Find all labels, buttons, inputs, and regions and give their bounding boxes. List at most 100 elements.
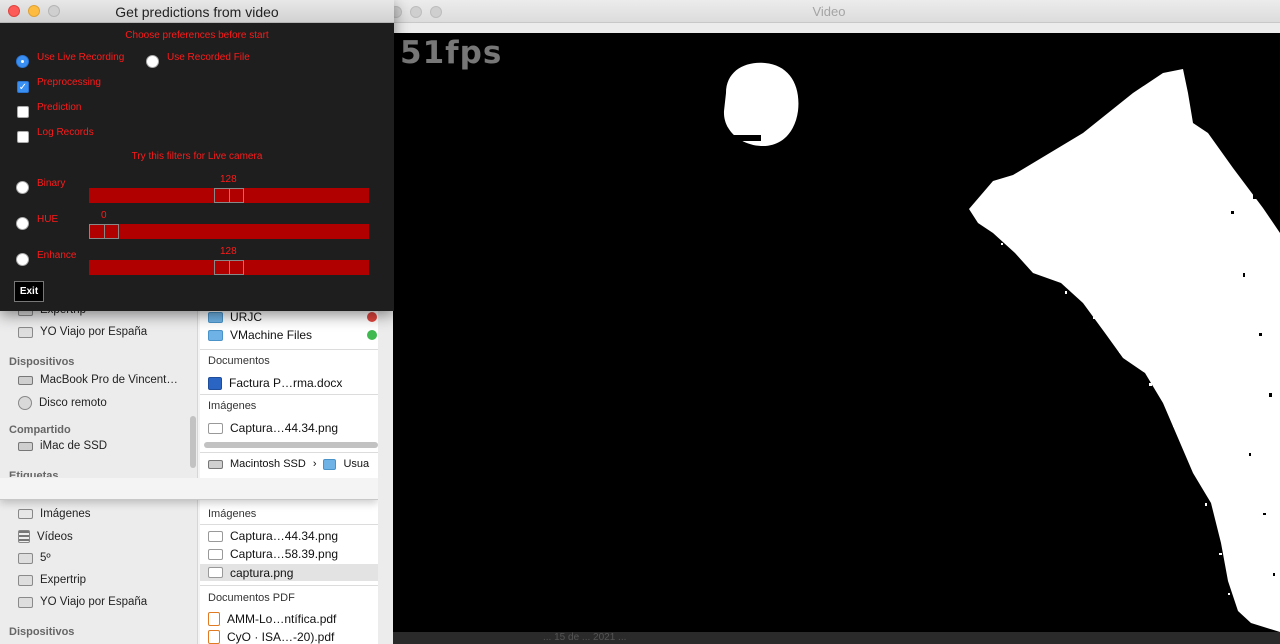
file-item[interactable]: Captura…58.39.png bbox=[208, 547, 338, 561]
sidebar-item-expertrip[interactable]: Expertrip bbox=[18, 574, 86, 586]
sidebar-item-5[interactable]: 5º bbox=[18, 552, 51, 564]
binary-slider-value: 128 bbox=[220, 174, 237, 185]
folder-icon bbox=[18, 326, 33, 338]
binary-video-image bbox=[723, 62, 1280, 632]
pdf-icon bbox=[208, 612, 220, 626]
word-doc-icon bbox=[208, 376, 222, 390]
sidebar-item-yo-viajo[interactable]: YO Viajo por España bbox=[18, 596, 147, 608]
image-icon bbox=[208, 548, 223, 560]
finder-window-bottom: Imágenes Vídeos 5º Expertrip YO Viajo po… bbox=[0, 500, 378, 644]
film-icon bbox=[18, 530, 30, 543]
image-icon bbox=[208, 567, 223, 578]
window-title: Get predictions from video bbox=[115, 4, 279, 20]
control-panel-window: Get predictions from video Choose prefer… bbox=[0, 0, 394, 311]
log-records-label[interactable]: Log Records bbox=[37, 127, 94, 138]
slider-thumb[interactable] bbox=[89, 224, 119, 239]
file-item[interactable]: AMM-Lo…ntífica.pdf bbox=[208, 612, 336, 626]
finder-recents-pane: Imágenes Captura…44.34.png Captura…58.39… bbox=[200, 500, 378, 644]
slider-thumb[interactable] bbox=[214, 188, 244, 203]
folder-icon bbox=[18, 552, 33, 564]
folder-icon bbox=[208, 329, 223, 341]
folder-icon bbox=[18, 574, 33, 586]
live-recording-label[interactable]: Use Live Recording bbox=[37, 52, 124, 63]
log-records-checkbox[interactable] bbox=[17, 131, 29, 143]
sidebar-heading-devices: Dispositivos bbox=[9, 356, 75, 368]
slider-thumb[interactable] bbox=[214, 260, 244, 275]
recorded-file-radio[interactable] bbox=[146, 55, 159, 68]
binary-filter-label[interactable]: Binary bbox=[37, 178, 65, 189]
hue-slider[interactable] bbox=[89, 224, 369, 239]
red-tag-dot bbox=[367, 312, 377, 322]
control-panel-titlebar[interactable]: Get predictions from video bbox=[0, 0, 394, 23]
pane-heading-documents: Documentos bbox=[208, 355, 270, 367]
prediction-label[interactable]: Prediction bbox=[37, 102, 81, 113]
camera-icon bbox=[18, 509, 33, 519]
divider bbox=[200, 394, 378, 395]
finder-sidebar: Expertrip YO Viajo por España Dispositiv… bbox=[0, 290, 198, 478]
sidebar-item-videos[interactable]: Vídeos bbox=[18, 530, 73, 543]
prefs-heading: Choose preferences before start bbox=[125, 30, 269, 41]
image-icon bbox=[208, 422, 223, 434]
path-segment[interactable]: Usua bbox=[343, 458, 369, 470]
sidebar-item-yo-viajo[interactable]: YO Viajo por España bbox=[18, 326, 147, 338]
divider bbox=[200, 524, 378, 525]
divider bbox=[200, 585, 378, 586]
file-item[interactable]: Captura…44.34.png bbox=[208, 421, 338, 435]
laptop-icon bbox=[18, 375, 33, 385]
folder-item-vmachine[interactable]: VMachine Files bbox=[208, 328, 312, 342]
folder-item-urjc[interactable]: URJC bbox=[208, 310, 262, 324]
recorded-file-label[interactable]: Use Recorded File bbox=[167, 52, 250, 63]
file-item-selected[interactable]: captura.png bbox=[200, 564, 378, 581]
folder-icon bbox=[18, 596, 33, 608]
file-item[interactable]: Captura…44.34.png bbox=[208, 529, 338, 543]
pane-scrollbar[interactable] bbox=[204, 442, 378, 448]
finder-recents-pane: URJC VMachine Files Documentos Factura P… bbox=[200, 290, 378, 478]
preprocessing-label[interactable]: Preprocessing bbox=[37, 77, 101, 88]
prediction-checkbox[interactable] bbox=[17, 106, 29, 118]
window-title: Video bbox=[812, 4, 846, 19]
hue-slider-value: 0 bbox=[101, 210, 107, 221]
pane-heading-images: Imágenes bbox=[208, 508, 257, 520]
image-icon bbox=[208, 530, 223, 542]
sidebar-heading-tags: Etiquetas bbox=[9, 470, 59, 477]
finder-window-top: Expertrip YO Viajo por España Dispositiv… bbox=[0, 290, 378, 500]
video-window: Video 51fps ... 15 de ... 2021 ... bbox=[378, 0, 1280, 644]
sidebar-item-macbook[interactable]: MacBook Pro de Vincent… bbox=[18, 374, 178, 386]
path-segment[interactable]: Macintosh SSD bbox=[230, 458, 306, 470]
pdf-icon bbox=[208, 630, 220, 644]
video-status-bar: ... 15 de ... 2021 ... bbox=[393, 632, 1280, 644]
binary-filter-radio[interactable] bbox=[16, 181, 29, 194]
enhance-filter-label[interactable]: Enhance bbox=[37, 250, 76, 261]
sidebar-heading-devices: Dispositivos bbox=[9, 626, 75, 638]
user-folder-icon bbox=[323, 458, 337, 470]
hue-filter-label[interactable]: HUE bbox=[37, 214, 58, 225]
sidebar-item-imac[interactable]: iMac de SSD bbox=[18, 440, 107, 452]
file-item[interactable]: CyO · ISA…-20).pdf bbox=[208, 630, 334, 644]
sidebar-item-imagenes[interactable]: Imágenes bbox=[18, 508, 91, 520]
hue-filter-radio[interactable] bbox=[16, 217, 29, 230]
divider bbox=[200, 452, 378, 453]
file-item[interactable]: Factura P…rma.docx bbox=[208, 376, 342, 390]
pane-heading-images: Imágenes bbox=[208, 400, 257, 412]
sidebar-scrollbar[interactable] bbox=[190, 416, 196, 468]
sidebar-item-disco-remoto[interactable]: Disco remoto bbox=[18, 396, 107, 410]
divider bbox=[200, 349, 378, 350]
enhance-slider[interactable] bbox=[89, 260, 369, 275]
enhance-slider-value: 128 bbox=[220, 246, 237, 257]
green-tag-dot bbox=[367, 330, 377, 340]
video-frame: 51fps bbox=[393, 33, 1280, 632]
sidebar-heading-shared: Compartido bbox=[9, 424, 71, 436]
finder-sidebar: Imágenes Vídeos 5º Expertrip YO Viajo po… bbox=[0, 500, 198, 644]
disc-icon bbox=[18, 396, 32, 410]
video-titlebar[interactable]: Video bbox=[378, 0, 1280, 23]
folder-icon bbox=[208, 311, 223, 323]
status-text: ... 15 de ... 2021 ... bbox=[543, 632, 627, 643]
exit-button[interactable]: Exit bbox=[14, 281, 44, 302]
preprocessing-checkbox[interactable]: ✓ bbox=[17, 81, 29, 93]
filters-heading: Try this filters for Live camera bbox=[131, 151, 263, 162]
chevron-right-icon: › bbox=[312, 458, 317, 470]
path-bar: Macintosh SSD › Usua bbox=[208, 458, 369, 470]
binary-slider[interactable] bbox=[89, 188, 369, 203]
live-recording-radio[interactable] bbox=[16, 55, 29, 68]
enhance-filter-radio[interactable] bbox=[16, 253, 29, 266]
